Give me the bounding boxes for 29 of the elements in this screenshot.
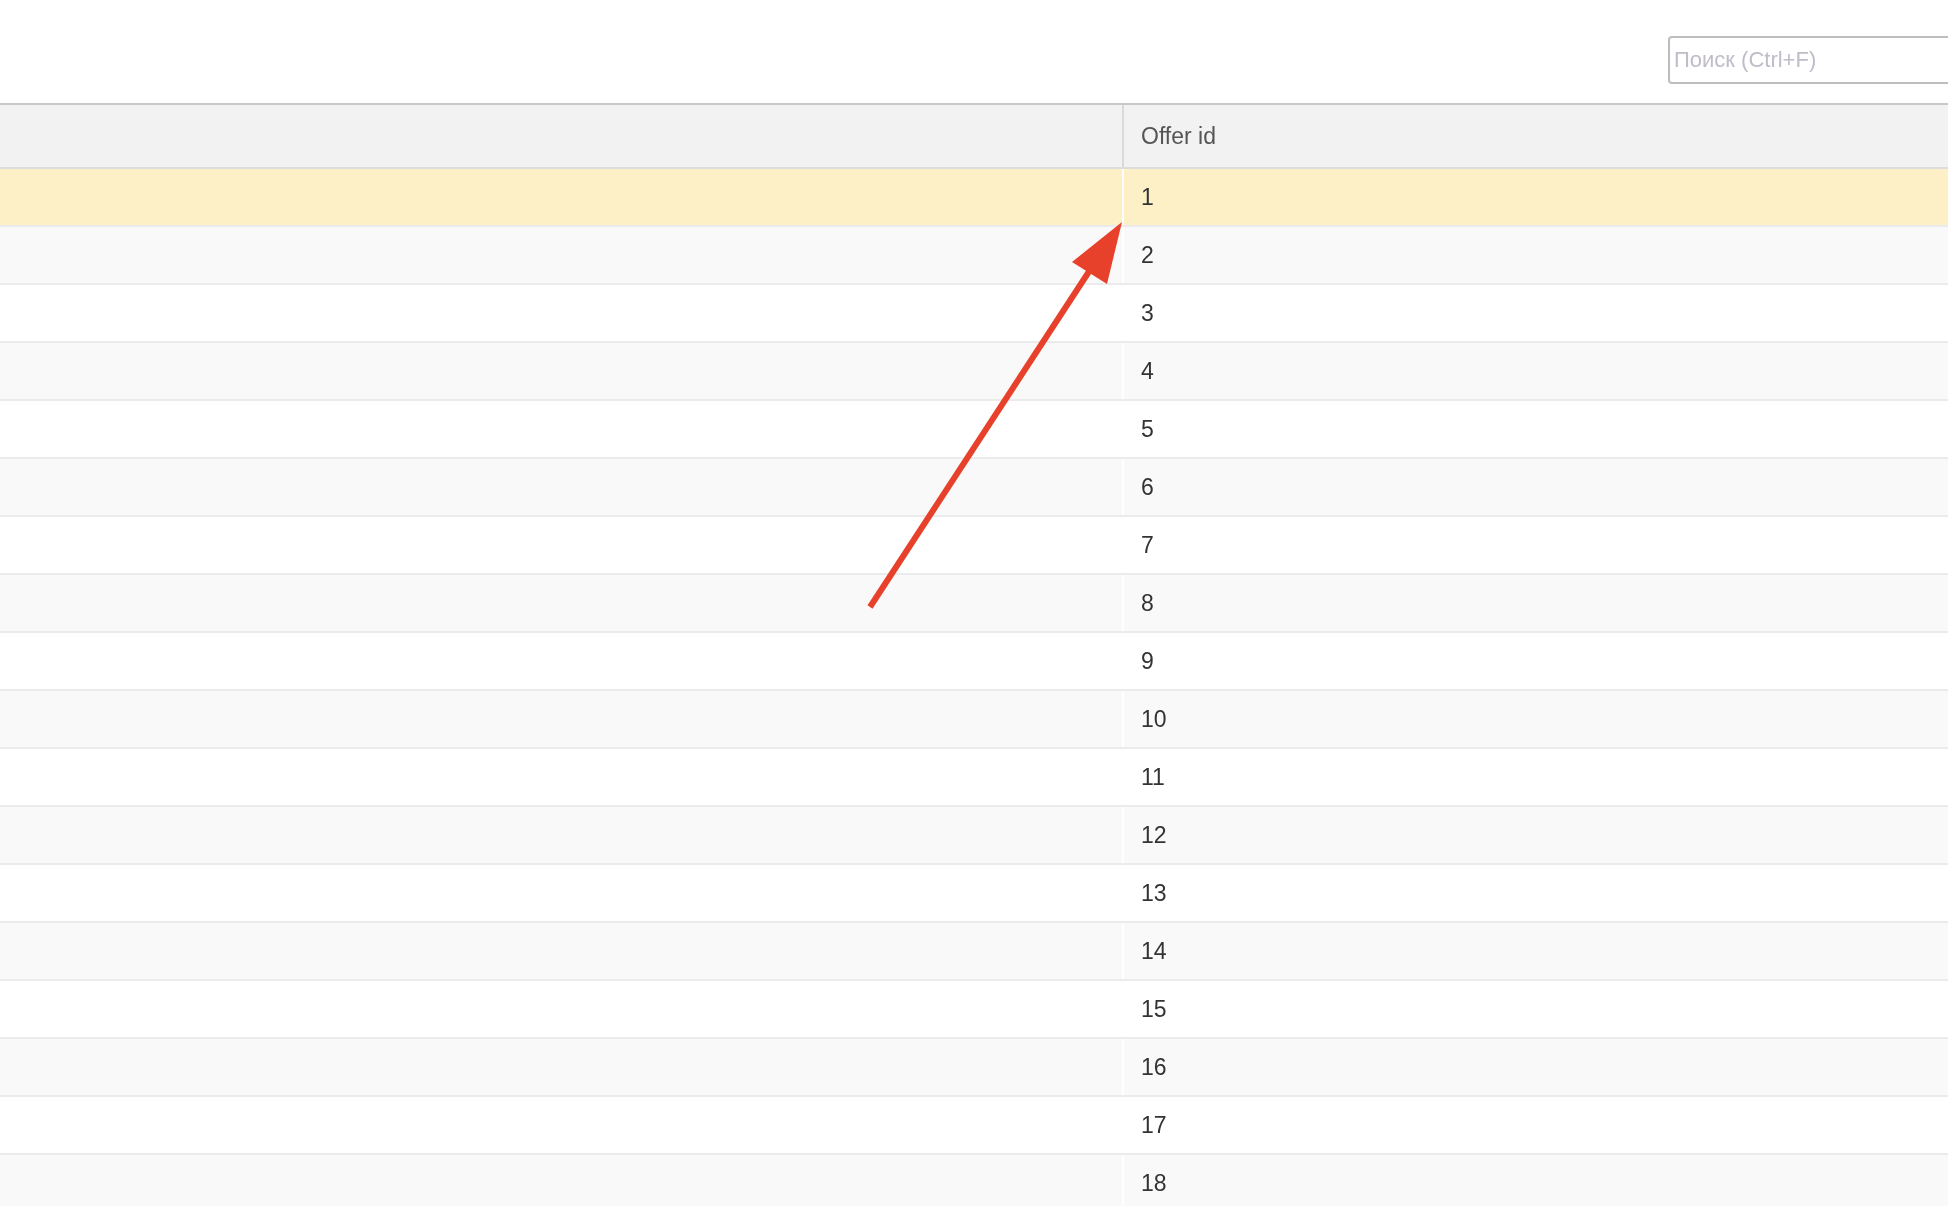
- table-cell: 12: [1141, 821, 1167, 849]
- table-cell: 15: [1141, 995, 1167, 1023]
- table-cell: 1: [1141, 183, 1154, 211]
- table-cell: 4: [1141, 357, 1154, 385]
- table-cell: 16: [1141, 1053, 1167, 1081]
- table-cell: 11: [1141, 763, 1165, 791]
- table-cell: 3: [1141, 299, 1154, 327]
- table-row[interactable]: 2: [0, 227, 1948, 285]
- table-row[interactable]: 6: [0, 459, 1948, 517]
- table-row[interactable]: 14: [0, 923, 1948, 981]
- table-row[interactable]: 8: [0, 575, 1948, 633]
- table-row[interactable]: 12: [0, 807, 1948, 865]
- table-cell: 14: [1141, 937, 1167, 965]
- table-cell: 6: [1141, 473, 1154, 501]
- table-cell: 13: [1141, 879, 1167, 907]
- table-cell: 7: [1141, 531, 1154, 559]
- table-cell: 17: [1141, 1111, 1167, 1139]
- table-cell: 8: [1141, 589, 1154, 617]
- table-row[interactable]: 10: [0, 691, 1948, 749]
- search-field[interactable]: Поиск (Ctrl+F): [1668, 35, 1948, 84]
- table-cell: 18: [1141, 1169, 1167, 1197]
- table-cell: 9: [1141, 647, 1154, 675]
- table-row[interactable]: 1: [0, 169, 1948, 227]
- table-row[interactable]: 18: [0, 1155, 1948, 1206]
- table-cell: 5: [1141, 415, 1154, 443]
- table-cell: 2: [1141, 241, 1154, 269]
- table-cell: 10: [1141, 705, 1167, 733]
- table-row[interactable]: 16: [0, 1039, 1948, 1097]
- table-row[interactable]: 4: [0, 343, 1948, 401]
